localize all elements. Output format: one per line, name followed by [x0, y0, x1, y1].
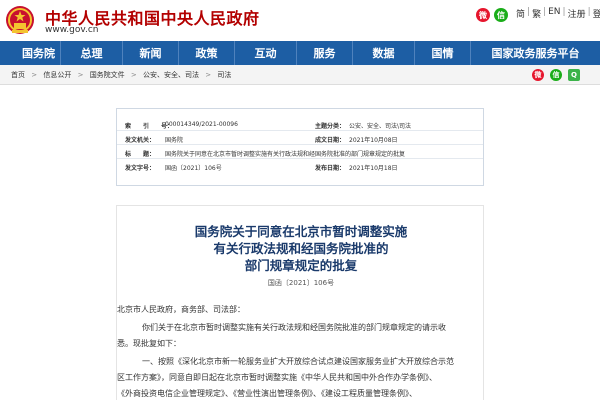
site-header: 中华人民共和国中央人民政府 www.gov.cn 微 信 简 | 繁 | EN …	[0, 0, 600, 41]
published-date-value: 2021年10月18日	[349, 165, 398, 172]
article-para1-line1: 你们关于在北京市暂时调整实施有关行政法规和经国务院批准的部门规章规定的请示收	[142, 323, 446, 332]
breadcrumb-bar: 首页 > 信息公开 > 国务院文件 > 公安、安全、司法 > 司法	[0, 65, 600, 85]
share-icons: 微 信 Q	[532, 69, 580, 81]
wechat-icon[interactable]: 信	[494, 8, 508, 22]
nav-item-interaction[interactable]: 互动	[235, 41, 297, 65]
header-links: 简 | 繁 | EN | 注册 | 登录	[514, 7, 600, 20]
issuer-value: 国务院	[165, 137, 184, 144]
nav-item-services[interactable]: 服务	[297, 41, 353, 65]
issuer-label: 发文机关：	[125, 137, 156, 144]
category-value: 公安、安全、司法\司法	[349, 123, 412, 130]
link-simplified[interactable]: 简	[514, 7, 527, 20]
article-title-line-2: 有关行政法规和经国务院批准的	[213, 241, 389, 256]
info-row-title: 标 题： 国务院关于同意在北京市暂时调整实施有关行政法规和经国务院批准的部门规章…	[117, 147, 483, 159]
weibo-share-icon[interactable]: 微	[532, 69, 544, 81]
breadcrumb-home[interactable]: 首页	[11, 71, 25, 79]
written-date-label: 成文日期：	[315, 137, 346, 144]
wechat-share-icon[interactable]: 信	[550, 69, 562, 81]
index-value: 000014349/2021-00096	[165, 121, 238, 128]
nav-item-news[interactable]: 新闻	[123, 41, 179, 65]
breadcrumb-state-council-docs[interactable]: 国务院文件	[90, 71, 125, 79]
article-para1-line2: 悉。现批复如下：	[117, 339, 181, 348]
info-row-docno: 发文字号： 国函〔2021〕106号 发布日期： 2021年10月18日	[117, 161, 483, 173]
national-emblem-icon[interactable]	[5, 5, 35, 36]
document-info-table: 索 引 号： 000014349/2021-00096 主题分类： 公安、安全、…	[116, 108, 484, 186]
article-salutation: 北京市人民政府，商务部、司法部：	[117, 305, 245, 314]
nav-item-state-council[interactable]: 国务院	[0, 41, 61, 65]
published-date-label: 发布日期：	[315, 165, 346, 172]
article-body: 国务院关于同意在北京市暂时调整实施 有关行政法规和经国务院批准的 部门规章规定的…	[116, 205, 484, 400]
title-label: 标 题：	[125, 151, 156, 158]
breadcrumb-public-security[interactable]: 公安、安全、司法	[143, 71, 199, 79]
link-english[interactable]: EN	[546, 7, 562, 20]
breadcrumb: 首页 > 信息公开 > 国务院文件 > 公安、安全、司法 > 司法	[11, 70, 235, 80]
breadcrumb-info-disclosure[interactable]: 信息公开	[43, 71, 71, 79]
written-date-value: 2021年10月08日	[349, 137, 398, 144]
main-nav: 国务院 总理 新闻 政策 互动 服务 数据 国情 国家政务服务平台	[0, 41, 600, 65]
weibo-icon[interactable]: 微	[476, 8, 490, 22]
header-social-icons: 微 信	[476, 8, 508, 22]
info-row-index: 索 引 号： 000014349/2021-00096 主题分类： 公安、安全、…	[117, 119, 483, 131]
breadcrumb-separator: >	[77, 71, 84, 79]
link-traditional[interactable]: 繁	[530, 7, 543, 20]
breadcrumb-separator: >	[130, 71, 137, 79]
category-label: 主题分类：	[315, 123, 346, 130]
nav-item-national-info[interactable]: 国情	[415, 41, 471, 65]
article-para2-line3: 《外商投资电信企业管理规定》、《营业性演出管理条例》、《建设工程质量管理条例》、	[117, 389, 417, 398]
qzone-share-icon[interactable]: Q	[568, 69, 580, 81]
title-value: 国务院关于同意在北京市暂时调整实施有关行政法规和经国务院批准的部门规章规定的批复	[165, 151, 406, 158]
article-para2-line1: 一、按照《深化北京市新一轮服务业扩大开放综合试点建设国家服务业扩大开放综合示范	[142, 357, 454, 366]
info-row-issuer: 发文机关： 国务院 成文日期： 2021年10月08日	[117, 133, 483, 145]
article-doc-number: 国函〔2021〕106号	[267, 279, 335, 287]
breadcrumb-separator: >	[31, 71, 38, 79]
docno-value: 国函〔2021〕106号	[165, 165, 222, 172]
article-title-line-1: 国务院关于同意在北京市暂时调整实施	[194, 224, 408, 239]
site-url[interactable]: www.gov.cn	[45, 25, 98, 35]
docno-label: 发文字号：	[125, 165, 156, 172]
nav-item-data[interactable]: 数据	[353, 41, 415, 65]
breadcrumb-separator: >	[205, 71, 212, 79]
article-para2-line2: 区工作方案》，同意自即日起在北京市暂时调整实施《中华人民共和国中外合作办学条例》…	[117, 373, 437, 382]
nav-item-policy[interactable]: 政策	[179, 41, 235, 65]
link-login[interactable]: 登录	[591, 7, 600, 20]
nav-item-premier[interactable]: 总理	[61, 41, 123, 65]
breadcrumb-judicial[interactable]: 司法	[217, 71, 231, 79]
nav-item-gov-services-platform[interactable]: 国家政务服务平台	[471, 41, 600, 65]
link-register[interactable]: 注册	[566, 7, 588, 20]
article-title-line-3: 部门规章规定的批复	[244, 258, 358, 273]
